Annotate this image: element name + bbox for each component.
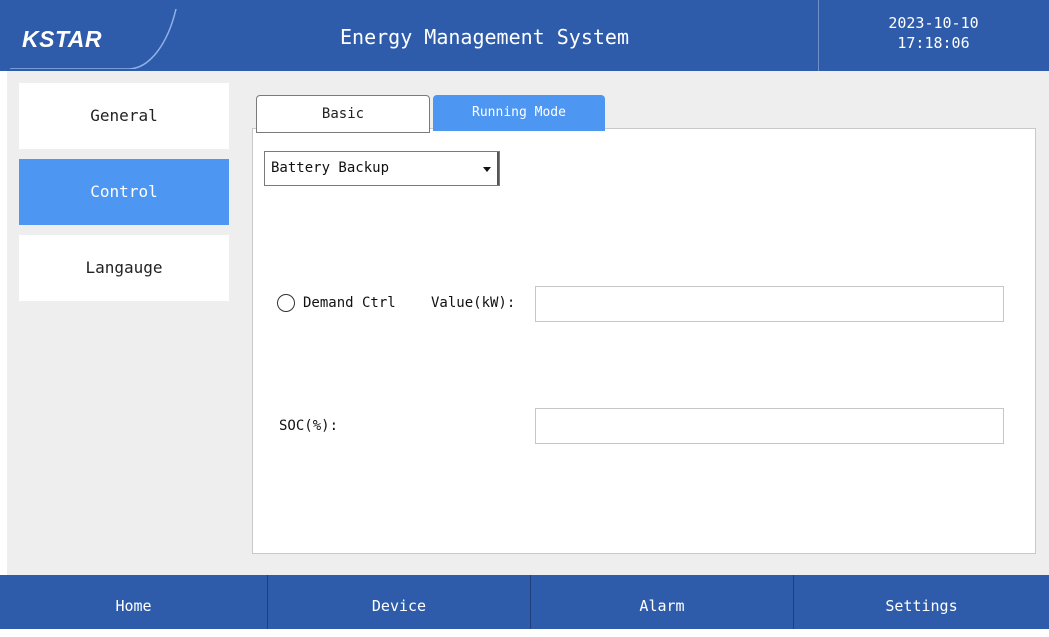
nav-home[interactable]: Home xyxy=(0,575,267,629)
nav-label: Settings xyxy=(885,597,958,615)
settings-panel xyxy=(252,128,1036,554)
sidebar-item-label: Langauge xyxy=(85,258,163,277)
tab-running-mode[interactable]: Running Mode xyxy=(433,95,605,131)
soc-label: SOC(%): xyxy=(279,418,339,434)
workspace: General Control Langauge xyxy=(7,71,1049,575)
nav-alarm[interactable]: Alarm xyxy=(531,575,793,629)
datetime-display: 2023-10-10 17:18:06 xyxy=(818,13,1049,53)
nav-device[interactable]: Device xyxy=(268,575,530,629)
select-value: Battery Backup xyxy=(271,160,390,176)
system-title: Energy Management System xyxy=(340,25,629,49)
nav-settings[interactable]: Settings xyxy=(794,575,1049,629)
tab-label: Running Mode xyxy=(472,105,566,120)
header-bar: KSTAR Energy Management System 2023-10-1… xyxy=(0,0,1049,71)
soc-input[interactable] xyxy=(535,408,1004,444)
value-kw-label: Value(kW): xyxy=(431,295,516,311)
sidebar-item-label: General xyxy=(90,106,158,125)
nav-label: Home xyxy=(115,597,152,615)
sidebar-item-general[interactable]: General xyxy=(19,83,229,149)
time-text: 17:18:06 xyxy=(897,34,970,52)
bottom-nav-bar: Home Device Alarm Settings xyxy=(0,575,1049,629)
tab-basic[interactable]: Basic xyxy=(256,95,430,133)
demand-ctrl-radio[interactable] xyxy=(277,294,295,312)
date-text: 2023-10-10 xyxy=(888,14,979,32)
nav-label: Alarm xyxy=(639,597,685,615)
dropdown-arrow-icon xyxy=(480,161,494,177)
sidebar-item-control[interactable]: Control xyxy=(19,159,229,225)
sidebar-item-label: Control xyxy=(90,182,158,201)
nav-label: Device xyxy=(371,597,427,615)
demand-ctrl-label: Demand Ctrl xyxy=(303,295,396,311)
sidebar-item-language[interactable]: Langauge xyxy=(19,235,229,301)
kstar-logo: KSTAR xyxy=(10,9,180,69)
logo-text: KSTAR xyxy=(22,26,103,52)
running-mode-select[interactable]: Battery Backup xyxy=(264,151,500,186)
value-kw-input[interactable] xyxy=(535,286,1004,322)
tab-label: Basic xyxy=(321,106,365,122)
